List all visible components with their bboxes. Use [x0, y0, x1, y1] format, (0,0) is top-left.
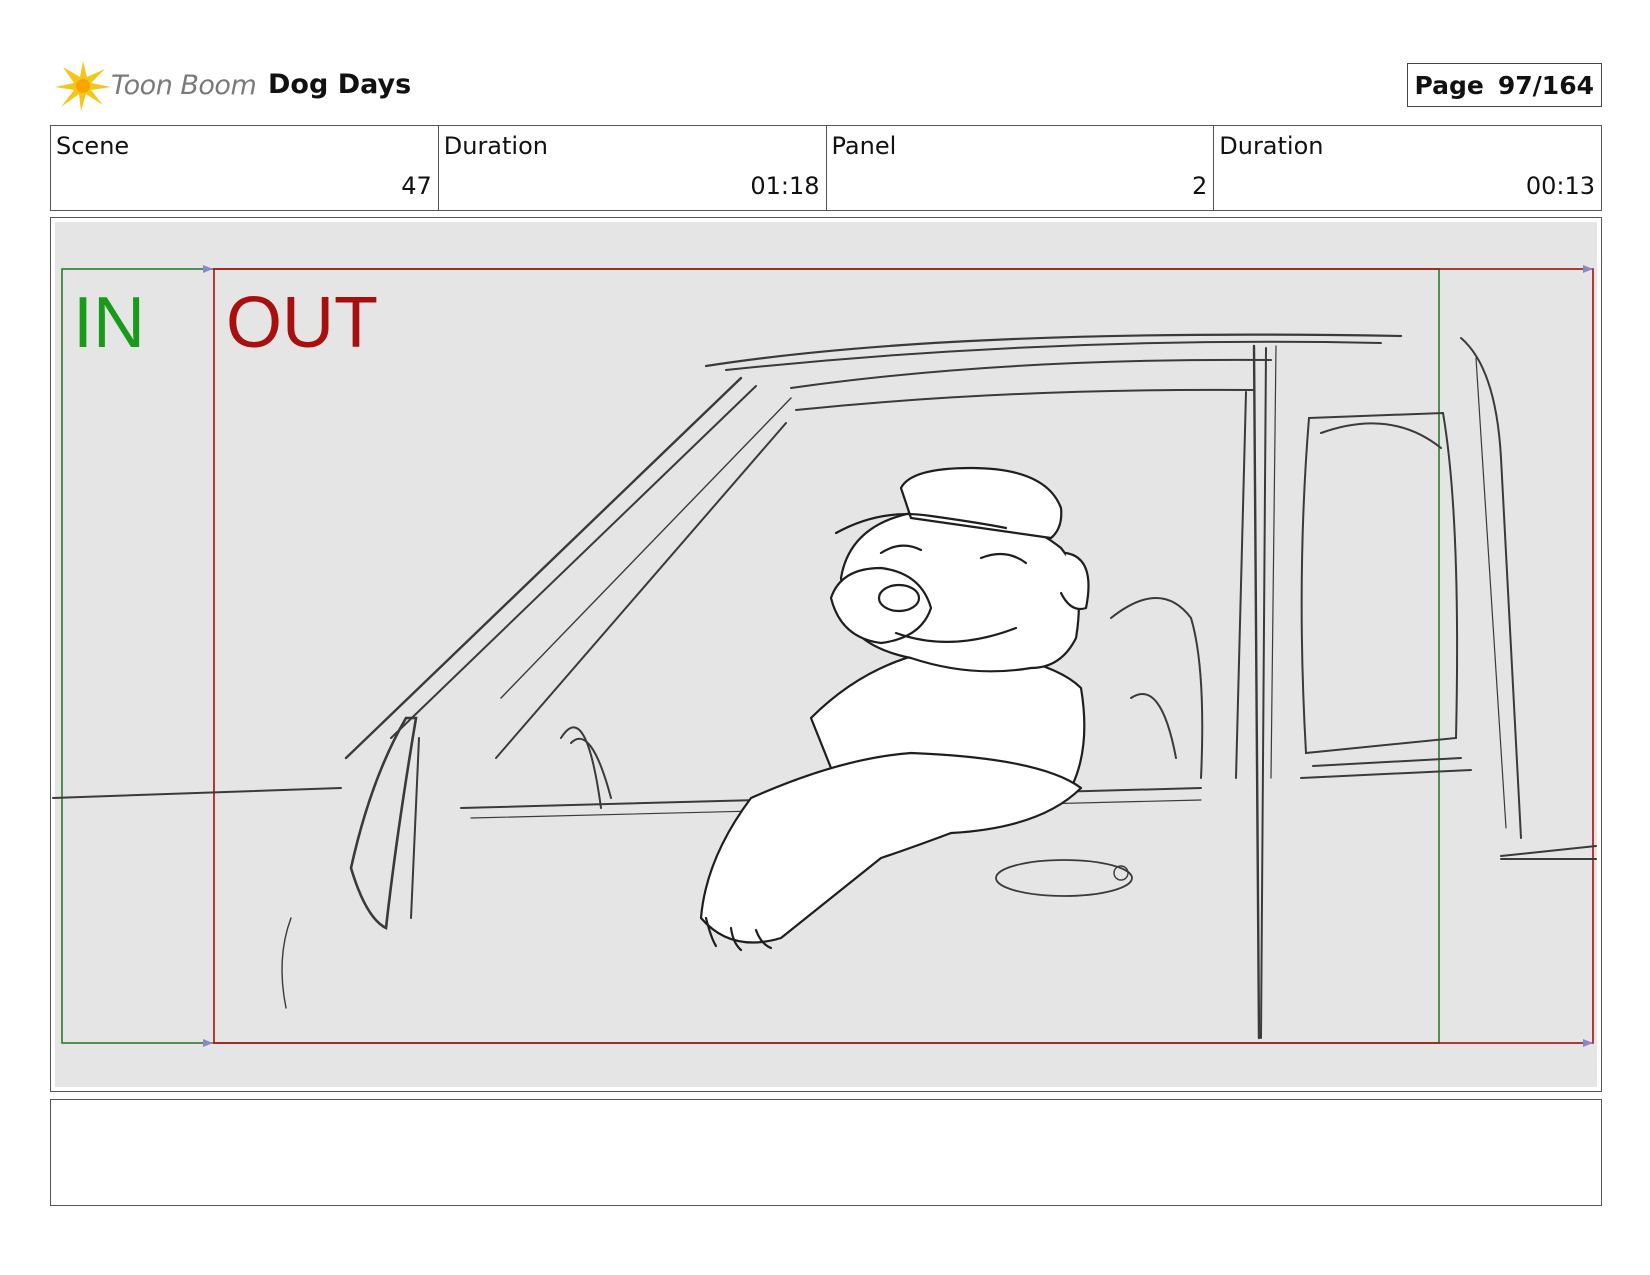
- panel-duration-cell: Duration 00:13: [1214, 126, 1601, 210]
- project-title: Dog Days: [268, 69, 412, 100]
- starburst-icon: [55, 61, 111, 111]
- scene-value: 47: [401, 172, 432, 200]
- truck-sketch: [52, 333, 1597, 1040]
- page-label: Page: [1414, 70, 1484, 100]
- panel-label: Panel: [831, 132, 897, 160]
- storyboard-panel: IN OUT: [50, 217, 1602, 1092]
- toon-boom-logo: Toon Boom: [53, 57, 303, 113]
- scene-cell: Scene 47: [51, 126, 439, 210]
- panel-notes: [50, 1099, 1602, 1206]
- page-indicator: Page 97/164: [1406, 63, 1602, 107]
- dog-sketch: [699, 466, 1090, 952]
- scene-info-row: Scene 47 Duration 01:18 Panel 2 Duration…: [50, 125, 1602, 211]
- scene-duration-label: Duration: [443, 132, 548, 160]
- logo-text: Toon Boom: [111, 70, 257, 101]
- page-header: Toon Boom Dog Days Page 97/164: [50, 55, 1602, 113]
- panel-value: 2: [1191, 172, 1208, 200]
- panel-drawing: IN OUT: [52, 265, 1597, 1047]
- page-number: 97/164: [1497, 70, 1594, 100]
- scene-label: Scene: [56, 132, 130, 160]
- panel-duration-label: Duration: [1219, 132, 1324, 160]
- panel-cell: Panel 2: [827, 126, 1215, 210]
- panel-duration-value: 00:13: [1525, 172, 1595, 200]
- out-label: OUT: [226, 283, 378, 363]
- in-label: IN: [73, 283, 145, 363]
- scene-duration-cell: Duration 01:18: [439, 126, 827, 210]
- scene-duration-value: 01:18: [750, 172, 820, 200]
